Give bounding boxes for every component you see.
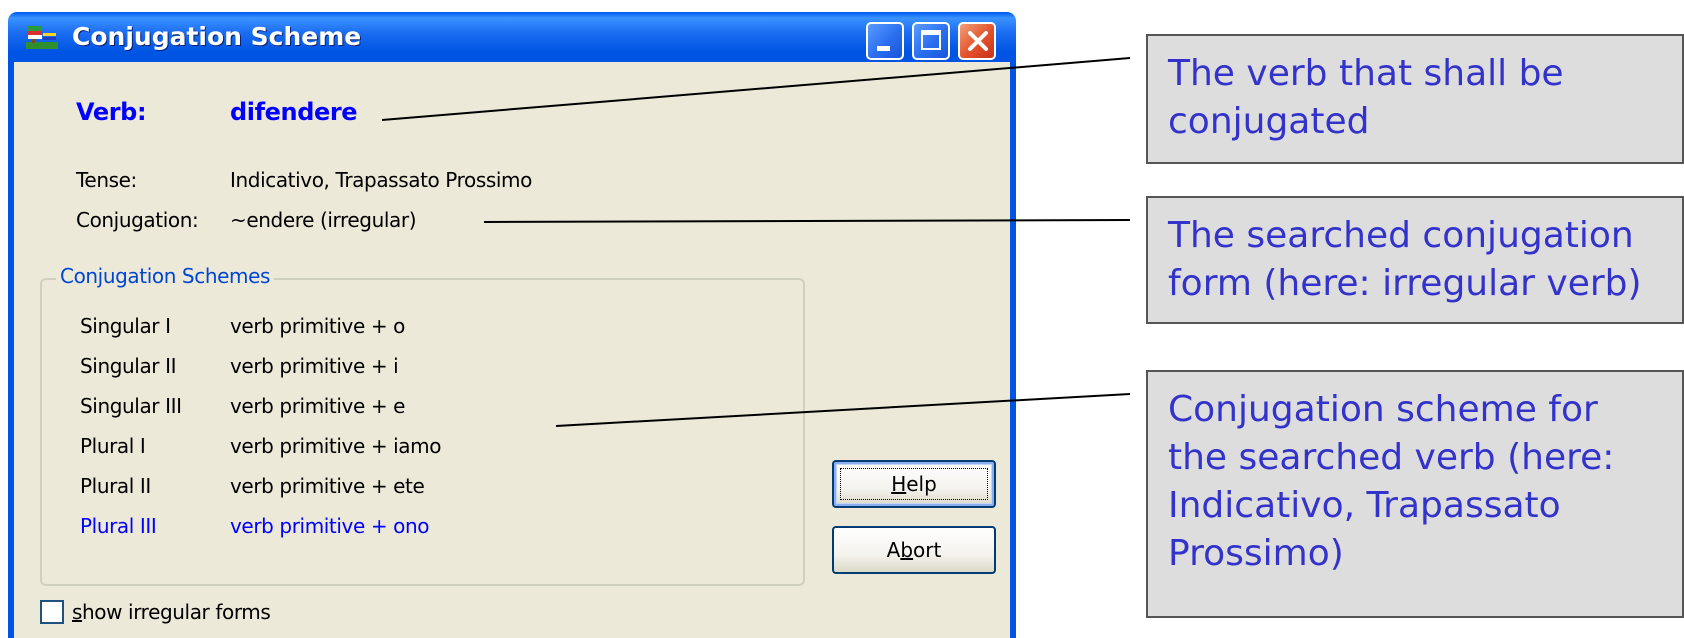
focus-rect [840,468,988,500]
verb-label: Verb: [76,98,147,126]
close-button[interactable] [958,22,996,60]
scheme-form-highlighted: verb primitive + ono [230,514,430,538]
help-button[interactable]: Help [832,460,996,508]
abort-accel-key: b [900,538,914,562]
title-bar[interactable]: Conjugation Scheme [14,12,1010,62]
screenshot-stage: Conjugation Scheme Verb: difendere Tense… [0,0,1684,638]
dialog-client-area: Verb: difendere Tense: Indicativo, Trapa… [14,62,1010,638]
conjugation-scheme-window: Conjugation Scheme Verb: difendere Tense… [8,12,1016,638]
minimize-icon [877,46,890,51]
scheme-person: Plural I [80,434,146,458]
scheme-person: Singular III [80,394,182,418]
window-title: Conjugation Scheme [72,22,362,51]
conjugation-label: Conjugation: [76,208,199,232]
checkbox-label-text: how irregular forms [82,600,271,624]
scheme-form: verb primitive + ete [230,474,425,498]
scheme-person: Singular II [80,354,177,378]
tense-value: Indicativo, Trapassato Prossimo [230,168,532,192]
conjugation-value: ~endere (irregular) [230,208,417,232]
callout-verb: The verb that shall be conjugated [1146,34,1684,164]
abort-label-suffix: ort [913,538,942,562]
callout-conjugation-scheme: Conjugation scheme for the searched verb… [1146,370,1684,618]
show-irregular-forms-checkbox[interactable] [40,600,64,624]
minimize-button[interactable] [866,22,904,60]
scheme-form: verb primitive + e [230,394,406,418]
show-irregular-forms-label[interactable]: show irregular forms [72,600,271,624]
scheme-form: verb primitive + o [230,314,405,338]
checkbox-accel-key: s [72,600,83,624]
callout-conjugation-form: The searched conjugation form (here: irr… [1146,196,1684,324]
group-legend: Conjugation Schemes [56,264,275,288]
maximize-icon [921,30,941,50]
scheme-person: Plural II [80,474,151,498]
close-icon [968,31,988,51]
abort-label-prefix: A [886,538,901,562]
abort-button[interactable]: Abort [832,526,996,574]
app-icon [26,26,58,49]
verb-value: difendere [230,98,358,126]
scheme-form: verb primitive + i [230,354,399,378]
maximize-button[interactable] [912,22,950,60]
scheme-person: Singular I [80,314,171,338]
tense-label: Tense: [76,168,137,192]
scheme-person-highlighted: Plural III [80,514,157,538]
scheme-form: verb primitive + iamo [230,434,442,458]
